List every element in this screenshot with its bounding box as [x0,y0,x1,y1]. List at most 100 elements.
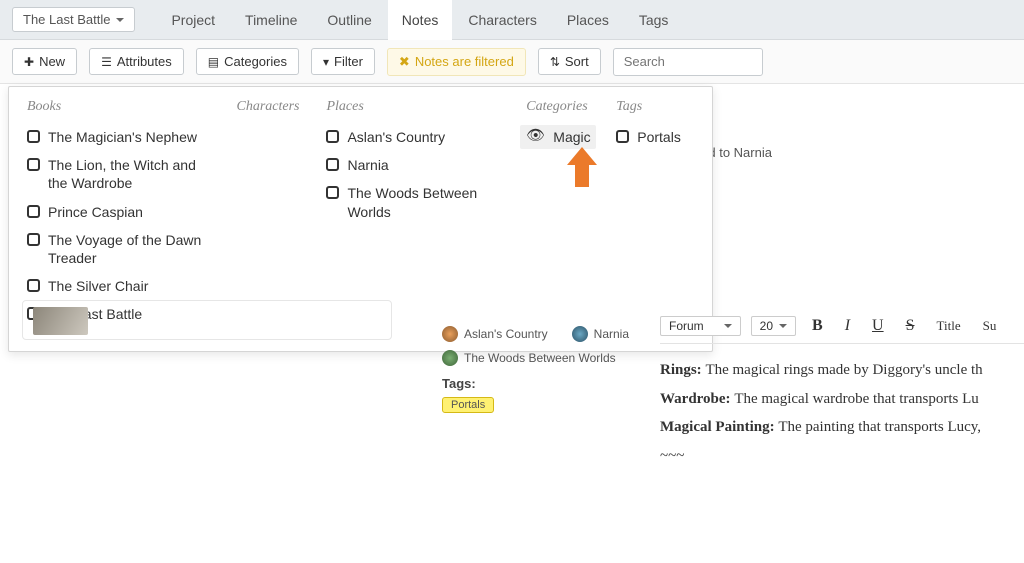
checkbox-icon [326,158,339,171]
book-label: The Voyage of the Dawn Treader [48,231,217,267]
eye-icon: 👁 [526,128,545,143]
place-name: Narnia [594,327,629,341]
editor-toolbar: Forum 20 B I U S Title Su [660,315,1024,344]
filter-button[interactable]: ▾ Filter [311,48,375,75]
checkbox-icon [27,130,40,143]
notes-toolbar: ✚ New ☰ Attributes ▤ Categories ▾ Filter… [0,40,1024,84]
filter-col-places: Places Aslan's Country Narnia The Woods … [326,99,506,327]
project-name: The Last Battle [23,12,110,27]
filter-book-item[interactable]: The Silver Chair [27,274,217,298]
filter-book-item[interactable]: The Magician's Nephew [27,125,217,149]
underline-button[interactable]: U [866,315,890,337]
checkbox-icon [27,205,40,218]
plus-icon: ✚ [24,55,34,69]
project-dropdown[interactable]: The Last Battle [12,7,135,32]
nav-notes[interactable]: Notes [388,0,453,40]
place-chip[interactable]: The Woods Between Worlds [442,350,616,366]
line-text: The magical rings made by Diggory's uncl… [705,362,982,378]
font-name: Forum [669,319,704,333]
place-label: The Woods Between Worlds [347,184,506,220]
categories-button[interactable]: ▤ Categories [196,48,299,75]
filter-label: Filter [334,54,363,69]
line-bold: Rings: [660,362,705,378]
filtered-label: Notes are filtered [415,54,514,69]
categories-label: Categories [224,54,287,69]
filter-tag-item[interactable]: Portals [616,125,694,149]
checkbox-icon [326,186,339,199]
sort-button[interactable]: ⇅ Sort [538,48,601,75]
nav-places[interactable]: Places [553,0,623,40]
place-dot-icon [442,326,458,342]
filter-head-categories: Categories [526,99,596,115]
checkbox-icon [27,233,40,246]
filter-col-books: Books The Magician's Nephew The Lion, th… [27,99,217,327]
place-label: Narnia [347,156,388,174]
notes-filtered-badge[interactable]: ✖ Notes are filtered [387,48,526,76]
line-bold: Wardrobe: [660,391,734,407]
book-label: Prince Caspian [48,203,143,221]
caret-down-icon [779,324,787,328]
grid-icon: ▤ [208,55,219,69]
filter-book-item[interactable]: The Voyage of the Dawn Treader [27,228,217,270]
new-button[interactable]: ✚ New [12,48,77,75]
italic-button[interactable]: I [839,315,856,337]
place-dot-icon [442,350,458,366]
filter-place-item[interactable]: Narnia [326,153,506,177]
filter-book-item[interactable]: The Lion, the Witch and the Wardrobe [27,153,217,195]
top-nav-bar: The Last Battle Project Timeline Outline… [0,0,1024,40]
filter-col-characters: Characters [237,99,307,327]
filter-book-item[interactable]: Prince Caspian [27,200,217,224]
filter-head-places: Places [326,99,506,115]
nav-timeline[interactable]: Timeline [231,0,311,40]
clear-filter-icon: ✖ [399,54,410,70]
title-button[interactable]: Title [931,316,967,336]
new-label: New [39,54,65,69]
line-text: The magical wardrobe that transports Lu [734,391,979,407]
place-name: Aslan's Country [464,327,548,341]
filter-place-item[interactable]: The Woods Between Worlds [326,181,506,223]
note-card[interactable] [22,300,392,340]
line-text: ~~~ [660,442,1024,471]
tag-chip-portals[interactable]: Portals [442,397,494,413]
list-icon: ☰ [101,55,112,69]
bold-button[interactable]: B [806,315,829,337]
filter-col-categories: Categories 👁Magic [526,99,596,327]
caret-down-icon [116,18,124,22]
place-chip[interactable]: Aslan's Country [442,326,548,342]
book-label: The Lion, the Witch and the Wardrobe [48,156,217,192]
font-size: 20 [760,319,773,333]
filter-place-item[interactable]: Aslan's Country [326,125,506,149]
book-label: The Silver Chair [48,277,148,295]
attributes-button[interactable]: ☰ Attributes [89,48,184,75]
nav-characters[interactable]: Characters [454,0,550,40]
font-select[interactable]: Forum [660,316,741,336]
nav-tags[interactable]: Tags [625,0,683,40]
editor-body[interactable]: Rings: The magical rings made by Diggory… [660,356,1024,470]
place-chip[interactable]: Narnia [572,326,629,342]
sort-label: Sort [565,54,589,69]
filter-head-characters: Characters [237,99,307,115]
checkbox-icon [326,130,339,143]
book-label: The Magician's Nephew [48,128,197,146]
place-dot-icon [572,326,588,342]
note-meta-panel: Aslan's Country Narnia The Woods Between… [442,326,652,413]
attributes-label: Attributes [117,54,172,69]
filter-head-tags: Tags [616,99,694,115]
note-editor: Forum 20 B I U S Title Su Rings: The mag… [660,315,1024,470]
nav-outline[interactable]: Outline [313,0,385,40]
note-thumbnail [33,307,88,335]
filter-col-tags: Tags Portals [616,99,694,327]
strike-button[interactable]: S [900,315,921,337]
search-input[interactable] [613,48,763,76]
line-text: The painting that transports Lucy, [778,419,981,435]
font-size-select[interactable]: 20 [751,316,796,336]
subtitle-button[interactable]: Su [977,316,1003,336]
checkbox-icon [27,279,40,292]
nav-project[interactable]: Project [157,0,229,40]
tag-label: Portals [637,128,681,146]
place-name: The Woods Between Worlds [464,351,616,365]
checkbox-icon [616,130,629,143]
checkbox-icon [27,158,40,171]
line-bold: Magical Painting: [660,419,778,435]
arrow-up-icon [565,145,599,189]
